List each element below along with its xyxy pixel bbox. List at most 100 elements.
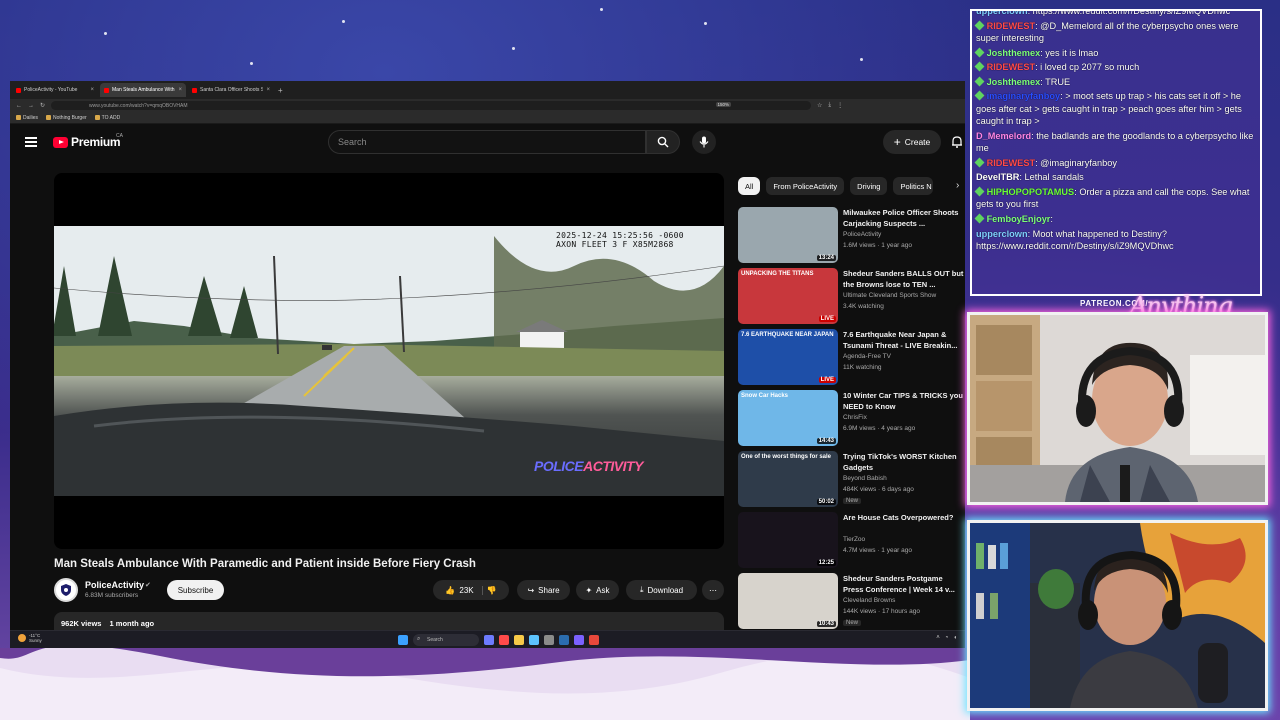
- search-input[interactable]: Search: [328, 130, 646, 154]
- chat-text: i loved cp 2077 so much: [1040, 62, 1140, 73]
- chip-label: Politics N: [900, 181, 932, 191]
- chip-driving[interactable]: Driving: [850, 177, 888, 195]
- extensions-icon[interactable]: ⋮: [837, 102, 843, 109]
- create-button[interactable]: + Create: [883, 130, 941, 154]
- chevron-right-icon[interactable]: ›: [956, 180, 959, 191]
- recommended-video[interactable]: 13:24 Milwaukee Police Officer Shoots Car…: [738, 207, 963, 265]
- chat-username[interactable]: Joshthemex: [987, 77, 1041, 87]
- chat-username[interactable]: HIPHOPOPOTAMUS: [987, 187, 1075, 197]
- download-button[interactable]: ⤓ Download: [626, 580, 697, 600]
- video-thumbnail[interactable]: 13:24: [738, 207, 838, 263]
- app-icon[interactable]: [544, 635, 554, 645]
- channel-name[interactable]: PoliceActivity: [843, 231, 881, 238]
- chat-message: DevelTBR: Lethal sandals: [976, 172, 1084, 183]
- recommended-video[interactable]: 7.6 EARTHQUAKE NEAR JAPAN LIVE 7.6 Earthqu…: [738, 329, 963, 387]
- bookmark-dailies[interactable]: Dailies: [16, 115, 38, 121]
- downloads-icon[interactable]: ⤓: [828, 102, 831, 109]
- reload-icon[interactable]: ↻: [40, 102, 45, 109]
- video-title[interactable]: Shedeur Sanders Postgame Press Conferenc…: [843, 574, 965, 595]
- weather-widget[interactable]: -11°C Sunny: [18, 633, 42, 643]
- app-icon[interactable]: [529, 635, 539, 645]
- dislike-button[interactable]: 👎: [487, 586, 497, 595]
- chat-username[interactable]: RIDEWEST: [987, 62, 1036, 72]
- chip-all[interactable]: All: [738, 177, 761, 195]
- recommended-video[interactable]: One of the worst things for sale 50:02 Try…: [738, 451, 963, 509]
- recommended-video[interactable]: Snow Car Hacks 14:43 10 Winter Car TIPS & …: [738, 390, 963, 448]
- search-button[interactable]: [646, 130, 680, 154]
- chat-username[interactable]: upperclown: [976, 229, 1028, 239]
- chrome-icon[interactable]: [589, 635, 599, 645]
- share-button[interactable]: ↪ Share: [517, 580, 570, 600]
- channel-name[interactable]: TierZoo: [843, 536, 865, 543]
- video-player[interactable]: 2025-12-24 15:25:56 -0600 AXON FLEET 3 F…: [54, 173, 724, 549]
- chat-username[interactable]: imaginaryfanboy: [987, 91, 1061, 101]
- chevron-up-icon[interactable]: ˄: [936, 635, 940, 641]
- hamburger-menu-icon[interactable]: [25, 137, 37, 147]
- taskbar-search[interactable]: ⌕ Search: [413, 634, 479, 646]
- star-bookmark-icon[interactable]: ☆: [817, 102, 822, 109]
- bookmark-nothing-burger[interactable]: Nothing Burger: [46, 115, 87, 121]
- chip-from-policeactivity[interactable]: From PoliceActivity: [766, 177, 845, 195]
- browser-tab[interactable]: PoliceActivity - YouTube ×: [12, 83, 98, 97]
- chat-username[interactable]: D_Memelord: [976, 131, 1031, 141]
- chat-username[interactable]: Joshthemex: [987, 48, 1041, 58]
- copilot-icon[interactable]: [484, 635, 494, 645]
- channel-name[interactable]: PoliceActivity: [85, 580, 144, 590]
- close-icon[interactable]: ×: [90, 87, 94, 93]
- channel-name[interactable]: Agenda-Free TV: [843, 353, 891, 360]
- video-title[interactable]: 10 Winter Car TIPS & TRICKS you NEED to …: [843, 391, 965, 412]
- channel-name[interactable]: Ultimate Cleveland Sports Show: [843, 292, 936, 299]
- chat-username[interactable]: RIDEWEST: [987, 158, 1036, 168]
- video-thumbnail[interactable]: 12:25: [738, 512, 838, 568]
- recommended-video[interactable]: 10:43 Shedeur Sanders Postgame Press Conf…: [738, 573, 963, 631]
- chip-politics[interactable]: Politics N: [893, 177, 934, 195]
- chat-username[interactable]: FemboyEnjoyr: [987, 214, 1051, 224]
- youtube-premium-logo[interactable]: Premium: [53, 135, 121, 149]
- subscribe-button[interactable]: Subscribe: [167, 580, 224, 600]
- wifi-icon[interactable]: ◔: [945, 635, 949, 641]
- bookmark-to-add[interactable]: TO ADD: [94, 115, 120, 121]
- channel-name[interactable]: ChrisFix: [843, 414, 867, 421]
- chat-username[interactable]: RIDEWEST: [987, 21, 1036, 31]
- browser-tab-active[interactable]: Man Steals Ambulance With Pa ×: [100, 83, 186, 97]
- video-title[interactable]: Trying TikTok's WORST Kitchen Gadgets: [843, 452, 965, 473]
- close-icon[interactable]: ×: [178, 87, 182, 93]
- video-thumbnail[interactable]: 10:43: [738, 573, 838, 629]
- chat-username[interactable]: upperclown: [976, 11, 1028, 16]
- app-icon[interactable]: [499, 635, 509, 645]
- file-explorer-icon[interactable]: [514, 635, 524, 645]
- more-actions-button[interactable]: ⋯: [702, 580, 724, 600]
- ask-button[interactable]: ✦ Ask: [576, 580, 619, 600]
- video-title[interactable]: 7.6 Earthquake Near Japan & Tsunami Thre…: [843, 330, 965, 351]
- channel-name[interactable]: Cleveland Browns: [843, 597, 895, 604]
- video-thumbnail[interactable]: One of the worst things for sale 50:02: [738, 451, 838, 507]
- volume-icon[interactable]: ◖: [953, 635, 957, 641]
- discord-icon[interactable]: [574, 635, 584, 645]
- steam-icon[interactable]: [559, 635, 569, 645]
- video-thumbnail[interactable]: Snow Car Hacks 14:43: [738, 390, 838, 446]
- recommended-video[interactable]: UNPACKING THE TITANS LIVE Shedeur Sanders …: [738, 268, 963, 326]
- forward-icon[interactable]: →: [28, 103, 34, 109]
- recommended-video[interactable]: 12:25 Are House Cats Overpowered? TierZoo 4…: [738, 512, 963, 570]
- chat-message: RIDEWEST: i loved cp 2077 so much: [974, 61, 1256, 73]
- channel-avatar[interactable]: [54, 578, 78, 602]
- video-thumbnail[interactable]: UNPACKING THE TITANS LIVE: [738, 268, 838, 324]
- like-button[interactable]: 👍 23K: [445, 585, 483, 595]
- video-thumbnail[interactable]: 7.6 EARTHQUAKE NEAR JAPAN LIVE: [738, 329, 838, 385]
- video-meta: 3.4K watching: [843, 303, 884, 310]
- url-field[interactable]: www.youtube.com/watch?v=qmqOBOVHAM 150%: [51, 101, 812, 110]
- chat-username[interactable]: DevelTBR: [976, 172, 1019, 182]
- zoom-badge[interactable]: 150%: [715, 102, 732, 107]
- new-tab-button[interactable]: +: [278, 86, 283, 95]
- chat-text: https://www.reddit.com/r/Destiny/s/iZ9MQ…: [1032, 9, 1231, 16]
- close-icon[interactable]: ×: [266, 87, 270, 93]
- windows-start-icon[interactable]: [398, 635, 408, 645]
- back-icon[interactable]: ←: [16, 103, 22, 109]
- channel-name[interactable]: Beyond Babish: [843, 475, 887, 482]
- voice-search-button[interactable]: [692, 130, 716, 154]
- video-title[interactable]: Shedeur Sanders BALLS OUT but the Browns…: [843, 269, 965, 290]
- video-title[interactable]: Are House Cats Overpowered?: [843, 513, 965, 524]
- notifications-bell-icon[interactable]: [951, 135, 963, 148]
- browser-tab[interactable]: Santa Clara Officer Shoots Susp ×: [188, 83, 274, 97]
- video-title[interactable]: Milwaukee Police Officer Shoots Carjacki…: [843, 208, 965, 229]
